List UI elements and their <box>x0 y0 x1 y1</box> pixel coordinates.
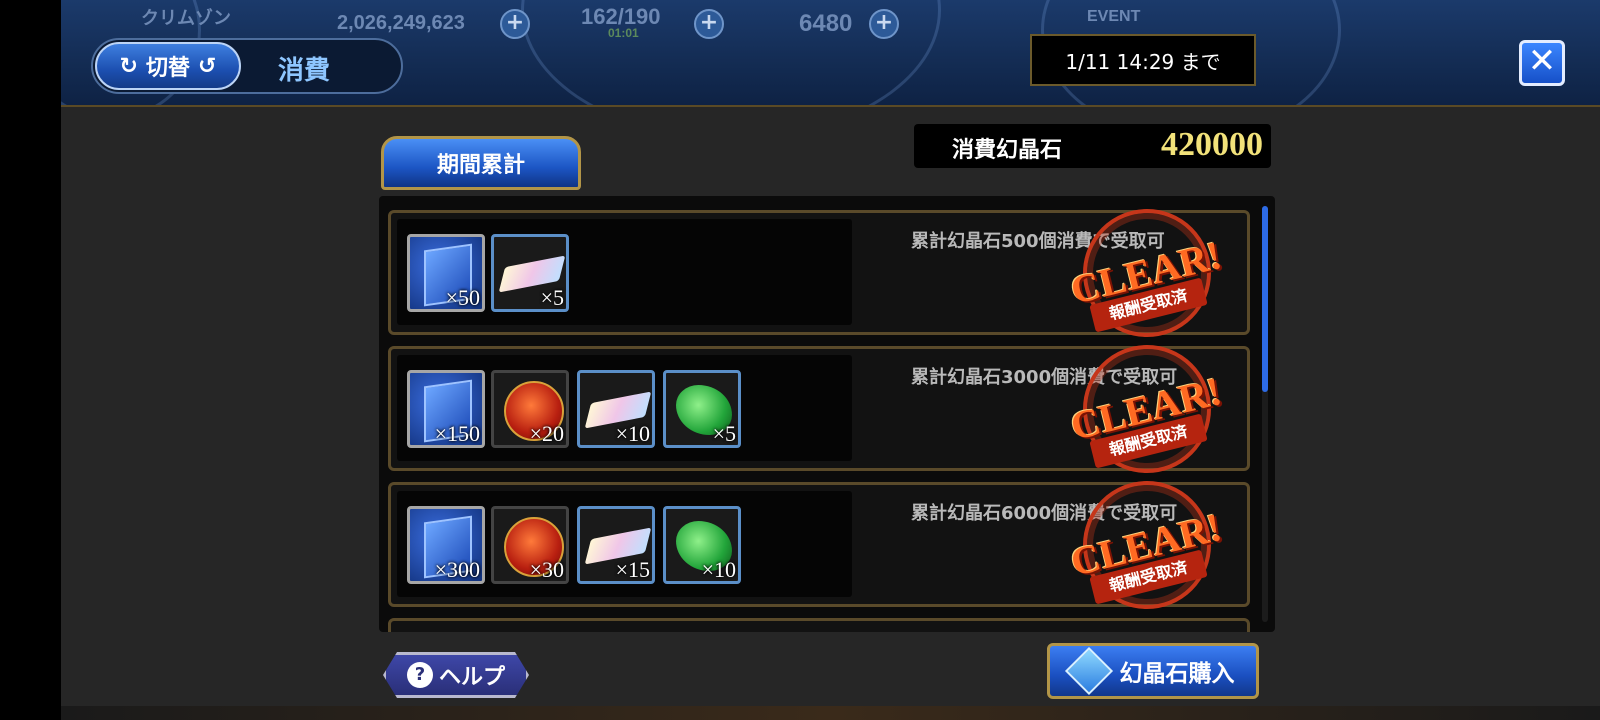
total-consumed-label: 消費幻晶石 <box>952 138 1063 163</box>
deadline-box: 1/11 14:29 まで <box>1030 34 1256 86</box>
item-quantity: ×10 <box>701 557 736 582</box>
crystal-icon <box>1064 646 1113 696</box>
crystal-ticket-icon[interactable]: ×150 <box>407 370 485 448</box>
rainbow-ingot-icon[interactable]: ×15 <box>577 506 655 584</box>
reward-row: ×300 ×30 ×15 ×10 累計幻晶石6000個消費で受取可 CLEAR!… <box>388 481 1250 609</box>
2024-medal-icon[interactable]: ×20 <box>491 370 569 448</box>
green-leaf-icon[interactable]: ×10 <box>663 506 741 584</box>
help-button[interactable]: ? ヘルプ <box>383 652 529 698</box>
total-consumed-box: 消費幻晶石 420000 <box>914 124 1271 168</box>
reward-items-panel: ×50 ×5 <box>397 219 852 325</box>
total-consumed-value: 420000 <box>1161 126 1263 163</box>
buy-crystal-button[interactable]: 幻晶石購入 <box>1047 643 1259 699</box>
reward-items-panel: ×300 ×30 ×15 ×10 <box>397 491 852 597</box>
item-quantity: ×300 <box>434 557 480 582</box>
item-quantity: ×5 <box>712 421 736 446</box>
rainbow-ingot-icon[interactable]: ×5 <box>491 234 569 312</box>
gold-plus-icon[interactable]: + <box>500 9 530 39</box>
item-quantity: ×50 <box>445 285 480 310</box>
reward-row: ×50 ×5 累計幻晶石500個消費で受取可 CLEAR! 報酬受取済 <box>388 209 1250 337</box>
switch-button-label: 切替 <box>145 56 190 81</box>
rotate-left-icon: ↻ <box>119 53 138 79</box>
close-button[interactable]: ✕ <box>1519 40 1565 86</box>
rainbow-ingot-icon[interactable]: ×10 <box>577 370 655 448</box>
top-hud: クリムゾン 2,026,249,623 + 162/190 01:01 + 64… <box>61 0 1600 107</box>
scrollbar-thumb[interactable] <box>1262 206 1268 392</box>
screen: クリムゾン 2,026,249,623 + 162/190 01:01 + 64… <box>0 0 1600 720</box>
game-view: クリムゾン 2,026,249,623 + 162/190 01:01 + 64… <box>61 0 1600 720</box>
crystal-ticket-icon[interactable]: ×50 <box>407 234 485 312</box>
buy-crystal-label: 幻晶石購入 <box>1119 661 1235 687</box>
item-quantity: ×10 <box>615 421 650 446</box>
clear-stamp: CLEAR! 報酬受取済 <box>1061 481 1231 609</box>
tab-period-total[interactable]: 期間累計 <box>381 136 581 190</box>
item-quantity: ×5 <box>540 285 564 310</box>
reward-row: ×150 ×20 ×10 ×5 累計幻晶石3000個消費で受取可 CLEAR! … <box>388 345 1250 473</box>
green-leaf-icon[interactable]: ×5 <box>663 370 741 448</box>
clear-stamp: CLEAR! 報酬受取済 <box>1061 209 1231 337</box>
item-quantity: ×150 <box>434 421 480 446</box>
rotate-right-icon: ↺ <box>198 53 217 79</box>
stamina-timer: 01:01 <box>608 26 639 40</box>
event-label: EVENT <box>1087 8 1141 25</box>
question-icon: ? <box>406 662 433 688</box>
gold-counter: 2,026,249,623 <box>337 12 465 34</box>
crystal-plus-icon[interactable]: + <box>869 9 899 39</box>
switch-button[interactable]: ↻ 切替 ↺ <box>95 42 241 90</box>
bottom-strip <box>61 706 1600 720</box>
reward-list[interactable]: ×50 ×5 累計幻晶石500個消費で受取可 CLEAR! 報酬受取済 ×150… <box>379 196 1275 632</box>
mode-switch-group: ↻ 切替 ↺ 消費 <box>91 38 403 94</box>
item-quantity: ×20 <box>529 421 564 446</box>
clear-stamp: CLEAR! 報酬受取済 <box>1061 345 1231 473</box>
stamina-plus-icon[interactable]: + <box>694 9 724 39</box>
reward-items-panel: ×150 ×20 ×10 ×5 <box>397 355 852 461</box>
player-name: クリムゾン <box>141 8 231 28</box>
mode-label: 消費 <box>278 56 331 86</box>
crystal-ticket-icon[interactable]: ×300 <box>407 506 485 584</box>
crystal-counter: 6480 <box>799 10 853 37</box>
reward-row-partial <box>388 618 1250 632</box>
2024-medal-icon[interactable]: ×30 <box>491 506 569 584</box>
help-button-label: ヘルプ <box>438 665 505 690</box>
item-quantity: ×30 <box>529 557 564 582</box>
item-quantity: ×15 <box>615 557 650 582</box>
close-x-icon: ✕ <box>1527 41 1557 81</box>
